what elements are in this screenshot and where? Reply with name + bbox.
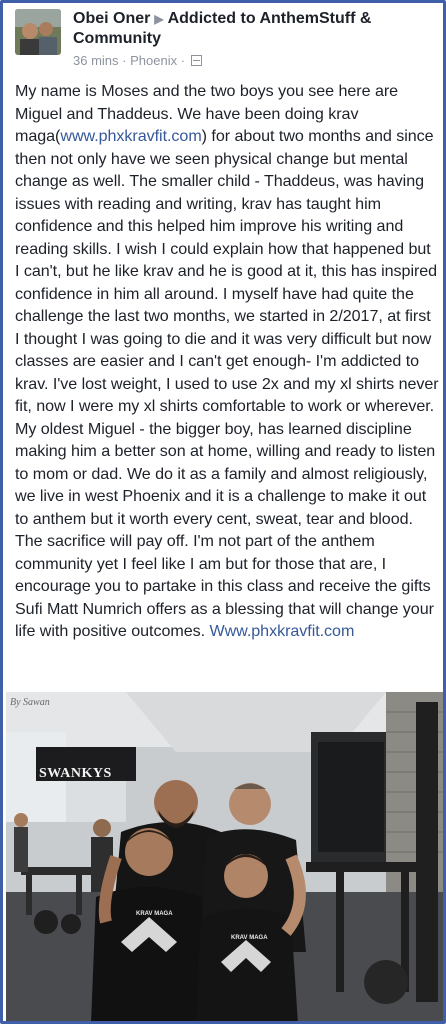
shirt-text-right: KRAV MAGA (231, 935, 268, 941)
shirt-text-left: KRAV MAGA (136, 911, 173, 917)
gym-photo-illustration (6, 692, 443, 1021)
avatar[interactable] (15, 9, 61, 55)
meta-separator-2: · (180, 53, 186, 68)
meta-separator: · (122, 53, 127, 68)
gym-sign-text: SWANKYS (39, 766, 112, 781)
author-name[interactable]: Obei Oner (73, 10, 150, 27)
post-link-end[interactable]: Www.phxkravfit.com (209, 622, 354, 640)
author-line: Obei Oner ▶ Addicted to AnthemStuff & Comm… (73, 9, 439, 49)
triangle-right-icon: ▶ (154, 12, 164, 26)
post-time[interactable]: 36 mins (73, 53, 119, 68)
group-privacy-icon (190, 55, 202, 66)
post-meta: 36 mins · Phoenix · (73, 53, 202, 69)
post-location[interactable]: Phoenix (130, 53, 177, 68)
post-frame: Obei Oner ▶ Addicted to AnthemStuff & Comm… (0, 0, 446, 1024)
post-photo[interactable]: By Sawan KRAV MAGA KRAV MAGA (6, 692, 443, 1021)
photo-watermark: By Sawan (10, 697, 50, 708)
post-link-inline[interactable]: www.phxkravfit.com (60, 127, 201, 145)
post-body: My name is Moses and the two boys you se… (15, 80, 439, 643)
post-text-part2: ) for about two months and since then no… (15, 127, 439, 640)
post-header: Obei Oner ▶ Addicted to AnthemStuff & Comm… (15, 9, 441, 73)
